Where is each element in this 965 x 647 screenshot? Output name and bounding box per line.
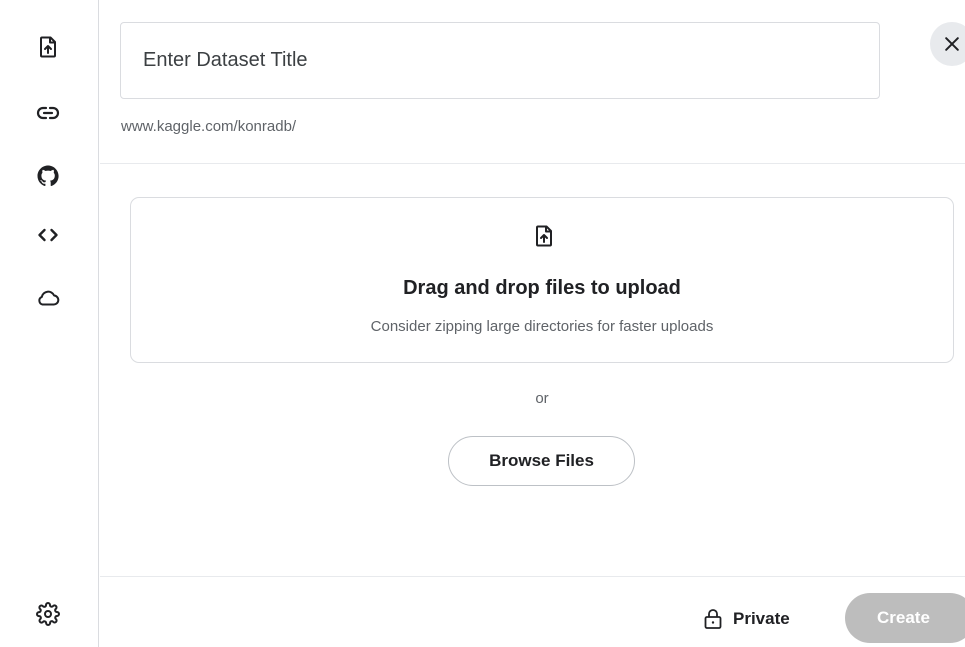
create-button[interactable]: Create <box>845 593 965 643</box>
code-icon[interactable] <box>33 220 63 250</box>
privacy-label: Private <box>733 609 790 628</box>
create-dataset-panel: www.kaggle.com/konradb/ Drag and drop fi… <box>100 0 965 647</box>
gear-icon[interactable] <box>33 599 63 629</box>
file-upload-icon <box>536 225 552 247</box>
link-icon[interactable] <box>33 98 63 128</box>
browse-files-button[interactable]: Browse Files <box>448 436 635 486</box>
lock-icon <box>704 609 722 629</box>
cloud-icon[interactable] <box>33 282 63 312</box>
dropzone-title: Drag and drop files to upload <box>403 277 681 299</box>
privacy-toggle[interactable]: Private <box>703 604 790 634</box>
divider <box>100 163 965 164</box>
divider <box>100 576 965 577</box>
file-dropzone[interactable]: Drag and drop files to upload Consider z… <box>130 197 954 363</box>
dataset-url-prefix: www.kaggle.com/konradb/ <box>121 118 297 135</box>
dataset-title-input[interactable] <box>120 22 880 99</box>
close-button[interactable] <box>930 22 965 66</box>
close-icon <box>945 37 959 51</box>
sidebar <box>0 0 99 647</box>
file-upload-icon[interactable] <box>33 32 63 62</box>
or-separator: or <box>535 390 549 407</box>
github-icon[interactable] <box>33 161 63 191</box>
dropzone-subtitle: Consider zipping large directories for f… <box>370 318 714 335</box>
